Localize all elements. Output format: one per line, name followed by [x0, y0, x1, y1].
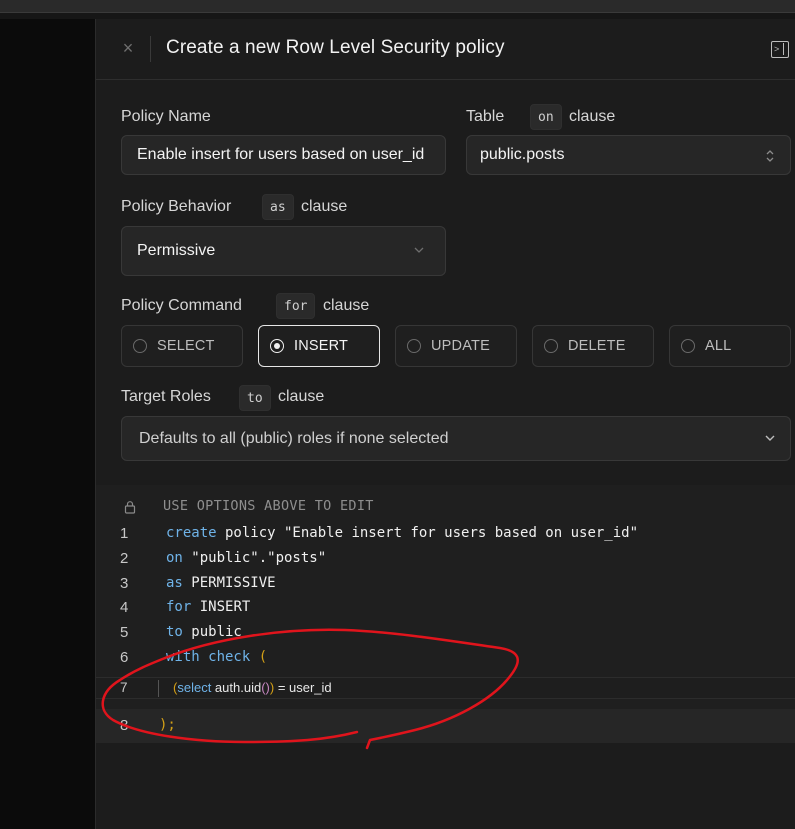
radio-icon — [407, 339, 421, 353]
panel-header: × Create a new Row Level Security policy… — [96, 19, 795, 80]
target-roles-label: Target Roles — [121, 388, 211, 405]
table-select[interactable]: public.posts — [466, 135, 791, 175]
readonly-note: USE OPTIONS ABOVE TO EDIT — [163, 498, 374, 514]
header-divider — [150, 36, 151, 62]
table-label: Table — [466, 108, 505, 125]
policy-behavior-select[interactable]: Permissive — [121, 226, 446, 276]
radio-icon — [544, 339, 558, 353]
to-clause-chip: to — [239, 385, 271, 411]
code-line-6: 6 with check ( — [96, 645, 795, 670]
policy-name-value: Enable insert for users based on user_id — [137, 146, 425, 163]
line-number: 3 — [120, 575, 129, 592]
behavior-clause-label: clause — [301, 198, 348, 215]
target-roles-select[interactable]: Defaults to all (public) roles if none s… — [121, 416, 791, 461]
code-text: create policy "Enable insert for users b… — [166, 525, 639, 541]
line-number: 6 — [120, 649, 129, 666]
code-text: (select auth.uid()) = user_id — [173, 680, 332, 695]
command-option-label: ALL — [705, 338, 732, 354]
chevron-down-icon — [765, 435, 775, 441]
code-text: for INSERT — [166, 599, 251, 615]
behavior-value: Permissive — [137, 242, 216, 259]
roles-placeholder: Defaults to all (public) roles if none s… — [139, 430, 449, 447]
line-number: 2 — [120, 550, 129, 567]
as-clause-chip: as — [262, 194, 294, 220]
chevron-updown-icon — [766, 150, 774, 162]
command-option-insert[interactable]: INSERT — [258, 325, 380, 367]
command-option-all[interactable]: ALL — [669, 325, 791, 367]
code-line-5: 5 to public — [96, 620, 795, 645]
code-line-2: 2 on "public"."posts" — [96, 546, 795, 571]
for-clause-chip: for — [276, 293, 316, 319]
command-option-label: UPDATE — [431, 338, 490, 354]
code-text: with check ( — [166, 649, 268, 665]
policy-side-panel: × Create a new Row Level Security policy… — [95, 19, 795, 829]
command-option-delete[interactable]: DELETE — [532, 325, 654, 367]
close-icon[interactable]: × — [118, 37, 138, 59]
roles-clause-label: clause — [278, 388, 325, 405]
table-value: public.posts — [480, 146, 565, 163]
policy-name-input[interactable]: Enable insert for users based on user_id — [121, 135, 446, 175]
code-text: to public — [166, 624, 242, 640]
panel-title: Create a new Row Level Security policy — [166, 37, 505, 58]
command-option-select[interactable]: SELECT — [121, 325, 243, 367]
line-number: 7 — [120, 680, 128, 695]
code-text: as PERMISSIVE — [166, 575, 276, 591]
chevron-down-icon — [414, 247, 424, 253]
policy-name-label: Policy Name — [121, 108, 211, 125]
command-option-label: SELECT — [157, 338, 215, 354]
command-option-label: INSERT — [294, 338, 349, 354]
sidebar-toggle-icon[interactable]: > — [771, 41, 789, 58]
policy-behavior-label: Policy Behavior — [121, 198, 232, 215]
code-text: ); — [159, 717, 176, 733]
lock-icon — [124, 501, 136, 514]
dimmed-backdrop[interactable] — [0, 19, 95, 829]
policy-command-label: Policy Command — [121, 297, 242, 314]
line-number: 5 — [120, 624, 129, 641]
radio-icon — [681, 339, 695, 353]
command-clause-label: clause — [323, 297, 370, 314]
code-line-8: 8 ); — [96, 713, 795, 738]
code-line-4: 4 for INSERT — [96, 595, 795, 620]
code-line-7-editable[interactable]: 7 (select auth.uid()) = user_id — [96, 677, 795, 699]
code-line-1: 1 create policy "Enable insert for users… — [96, 521, 795, 546]
radio-icon — [133, 339, 147, 353]
code-text: on "public"."posts" — [166, 550, 327, 566]
line-number: 8 — [120, 717, 129, 734]
code-line-3: 3 as PERMISSIVE — [96, 571, 795, 596]
on-clause-chip: on — [530, 104, 562, 130]
radio-selected-icon — [270, 339, 284, 353]
indent-guide — [158, 680, 159, 697]
line-number: 1 — [120, 525, 129, 542]
table-clause-label: clause — [569, 108, 616, 125]
line-number: 4 — [120, 599, 129, 616]
command-option-update[interactable]: UPDATE — [395, 325, 517, 367]
app-top-bar — [0, 0, 795, 13]
command-option-label: DELETE — [568, 338, 626, 354]
